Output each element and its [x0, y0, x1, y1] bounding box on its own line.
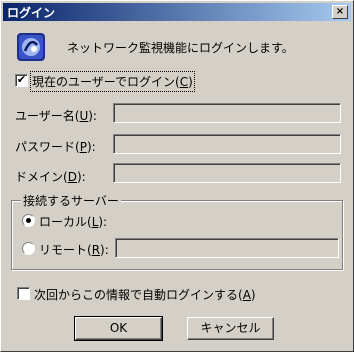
username-label: ユーザー名(U): [15, 109, 97, 123]
remote-radio[interactable] [22, 242, 35, 255]
cancel-button[interactable]: キャンセル [187, 317, 274, 340]
close-button[interactable]: × [332, 5, 348, 19]
local-label[interactable]: ローカル(L): [39, 213, 107, 230]
use-current-user-label[interactable]: 現在のユーザーでログイン(C) [30, 71, 195, 92]
auto-login-label[interactable]: 次回からこの情報で自動ログインする(A) [34, 286, 256, 303]
server-group-title: 接続するサーバー [21, 192, 121, 209]
network-monitor-icon [17, 33, 45, 61]
use-current-user-checkbox[interactable]: ✔ [15, 73, 28, 87]
login-dialog: ログイン × ネットワーク監視機能にログインします。 ✔ 現在のユーザーでログイ… [0, 0, 354, 352]
server-groupbox [11, 200, 343, 270]
intro-text: ネットワーク監視機能にログインします。 [67, 41, 294, 55]
username-field[interactable] [113, 103, 341, 123]
window-title: ログイン [7, 6, 56, 20]
auto-login-checkbox[interactable] [17, 287, 30, 300]
title-bar[interactable]: ログイン × [3, 3, 351, 21]
radio-selected-dot [26, 218, 31, 223]
domain-label: ドメイン(D): [15, 170, 86, 184]
ok-button[interactable]: OK [74, 316, 163, 341]
check-mark-icon: ✔ [16, 73, 27, 86]
remote-server-field[interactable] [115, 238, 339, 258]
remote-label[interactable]: リモート(R): [39, 241, 109, 258]
password-field[interactable] [113, 134, 341, 154]
local-radio[interactable] [22, 214, 35, 227]
domain-field[interactable] [113, 163, 341, 183]
password-label: パスワード(P): [15, 140, 96, 154]
